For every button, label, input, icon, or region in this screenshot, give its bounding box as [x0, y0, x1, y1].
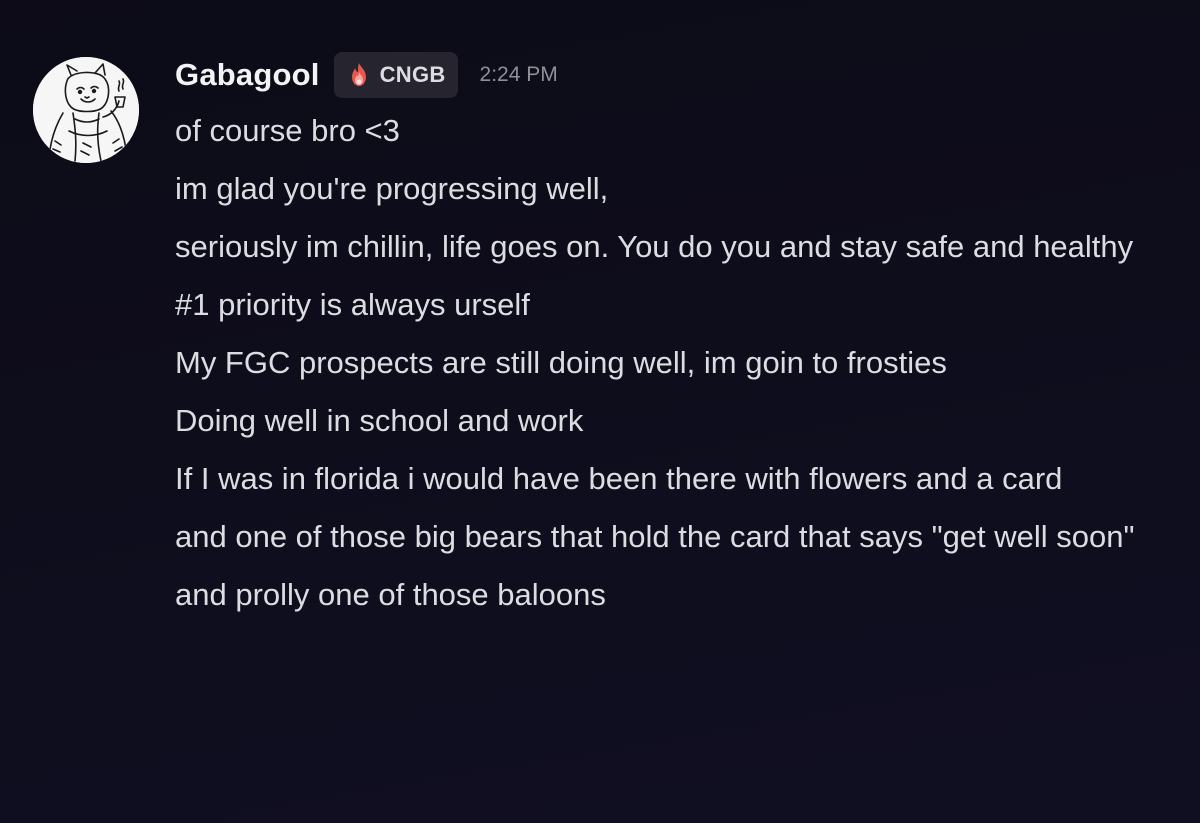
message-line: and prolly one of those baloons: [175, 577, 606, 612]
message-line: If I was in florida i would have been th…: [175, 461, 1063, 496]
message-content: of course bro <3 im glad you're progress…: [175, 107, 1175, 629]
flame-badge-icon: [344, 60, 374, 90]
message-line: #1 priority is always urself: [175, 287, 530, 322]
chat-message: Gabagool CNGB 2:24 PM of course bro <3 i…: [0, 0, 1200, 823]
message-header: Gabagool CNGB 2:24 PM: [175, 52, 558, 98]
avatar-drawing-icon: [33, 57, 139, 163]
message-line: seriously im chillin, life goes on. You …: [175, 229, 1134, 264]
message-line: of course bro <3: [175, 113, 400, 148]
user-avatar[interactable]: [33, 57, 139, 163]
message-line: im glad you're progressing well,: [175, 171, 609, 206]
message-line: My FGC prospects are still doing well, i…: [175, 345, 947, 380]
username[interactable]: Gabagool: [175, 57, 320, 93]
message-line: and one of those big bears that hold the…: [175, 519, 1135, 554]
message-timestamp: 2:24 PM: [479, 63, 558, 86]
message-line: Doing well in school and work: [175, 403, 584, 438]
server-tag[interactable]: CNGB: [333, 52, 458, 98]
tag-label: CNGB: [379, 62, 446, 87]
